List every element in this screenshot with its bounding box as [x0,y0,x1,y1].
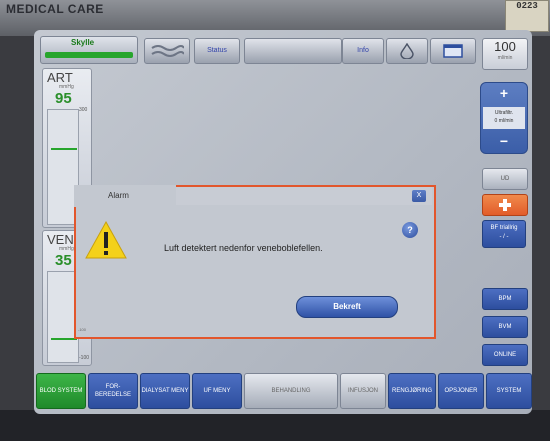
ud-button[interactable]: UD [482,168,528,190]
options-button[interactable]: OPSJONER [438,373,484,409]
bf-label: BF triallrig [490,225,518,231]
confirm-button[interactable]: Bekreft [296,296,398,318]
alarm-title: Alarm [108,191,129,200]
art-value: 95 [55,90,72,107]
alarm-close-button[interactable]: X [412,190,426,202]
uf-menu-button[interactable]: UF MENY [192,373,242,409]
flow-rate-value: 100 [494,39,516,54]
plus-cross-icon [499,199,511,211]
preparation-button[interactable]: FOR-BEREDELSE [88,373,138,409]
art-tick-top: 300 [79,107,88,113]
status-button[interactable]: Status [194,38,240,64]
wave-button[interactable] [144,38,190,64]
alarm-message: Luft detektert nedenfor veneboblefellen. [164,243,323,253]
skylle-button[interactable]: Skylle [40,36,138,64]
device-bezel-left [0,36,38,441]
warning-icon [85,220,127,259]
ven-tick-bottom: -100 [79,355,90,361]
blank-toolbar-button[interactable] [244,38,342,64]
infusion-button[interactable]: INFUSJON [340,373,386,409]
service-sticker: 0223 [505,0,549,32]
flow-rate-unit: ml/min [497,55,513,61]
dialysate-menu-button[interactable]: DIALYSAT MENY [140,373,190,409]
device-bezel-right [530,36,550,441]
brand-label: MEDICAL CARE [6,2,104,16]
drop-icon [400,42,414,60]
bf-value: - / - [499,234,509,240]
drop-button[interactable] [386,38,428,64]
ven-value: 35 [55,252,72,269]
ven-label: VEN [47,232,74,247]
uf-decrease-button[interactable]: − [481,133,527,149]
alarm-scale-label: -100 [78,327,87,332]
top-toolbar: Skylle Status Info 100 ml/min [34,30,532,70]
monitor-button[interactable] [430,38,476,64]
online-button[interactable]: ONLINE [482,344,528,366]
treatment-button[interactable]: BEHANDLING [244,373,338,409]
uf-readout: Ultrafiltr. 0 ml/min [483,107,525,129]
bvm-button[interactable]: BVM [482,316,528,338]
help-icon[interactable]: ? [402,222,418,238]
device-bezel-bottom [0,410,550,441]
add-button[interactable] [482,194,528,216]
uf-line2: 0 ml/min [494,118,514,124]
art-label: ART [47,70,73,85]
sticker-code: 0223 [516,1,538,11]
blood-system-button[interactable]: BLOD SYSTEM [36,373,86,409]
skylle-progress-bar [45,52,133,58]
uf-rate-control: + Ultrafiltr. 0 ml/min − [480,82,528,154]
wave-icon [151,45,185,57]
uf-line1: Ultrafiltr. [494,110,514,116]
info-button[interactable]: Info [342,38,384,64]
cleaning-button[interactable]: RENGJØRING [388,373,436,409]
bpm-button[interactable]: BPM [482,288,528,310]
flow-rate-display[interactable]: 100 ml/min [482,38,528,70]
skylle-label: Skylle [71,38,95,47]
system-button[interactable]: SYSTEM [486,373,532,409]
bf-button[interactable]: BF triallrig - / - [482,220,526,248]
alarm-tab: Alarm [74,185,176,207]
art-level-mark [51,148,77,150]
screen-icon [443,44,463,58]
uf-increase-button[interactable]: + [481,85,527,101]
